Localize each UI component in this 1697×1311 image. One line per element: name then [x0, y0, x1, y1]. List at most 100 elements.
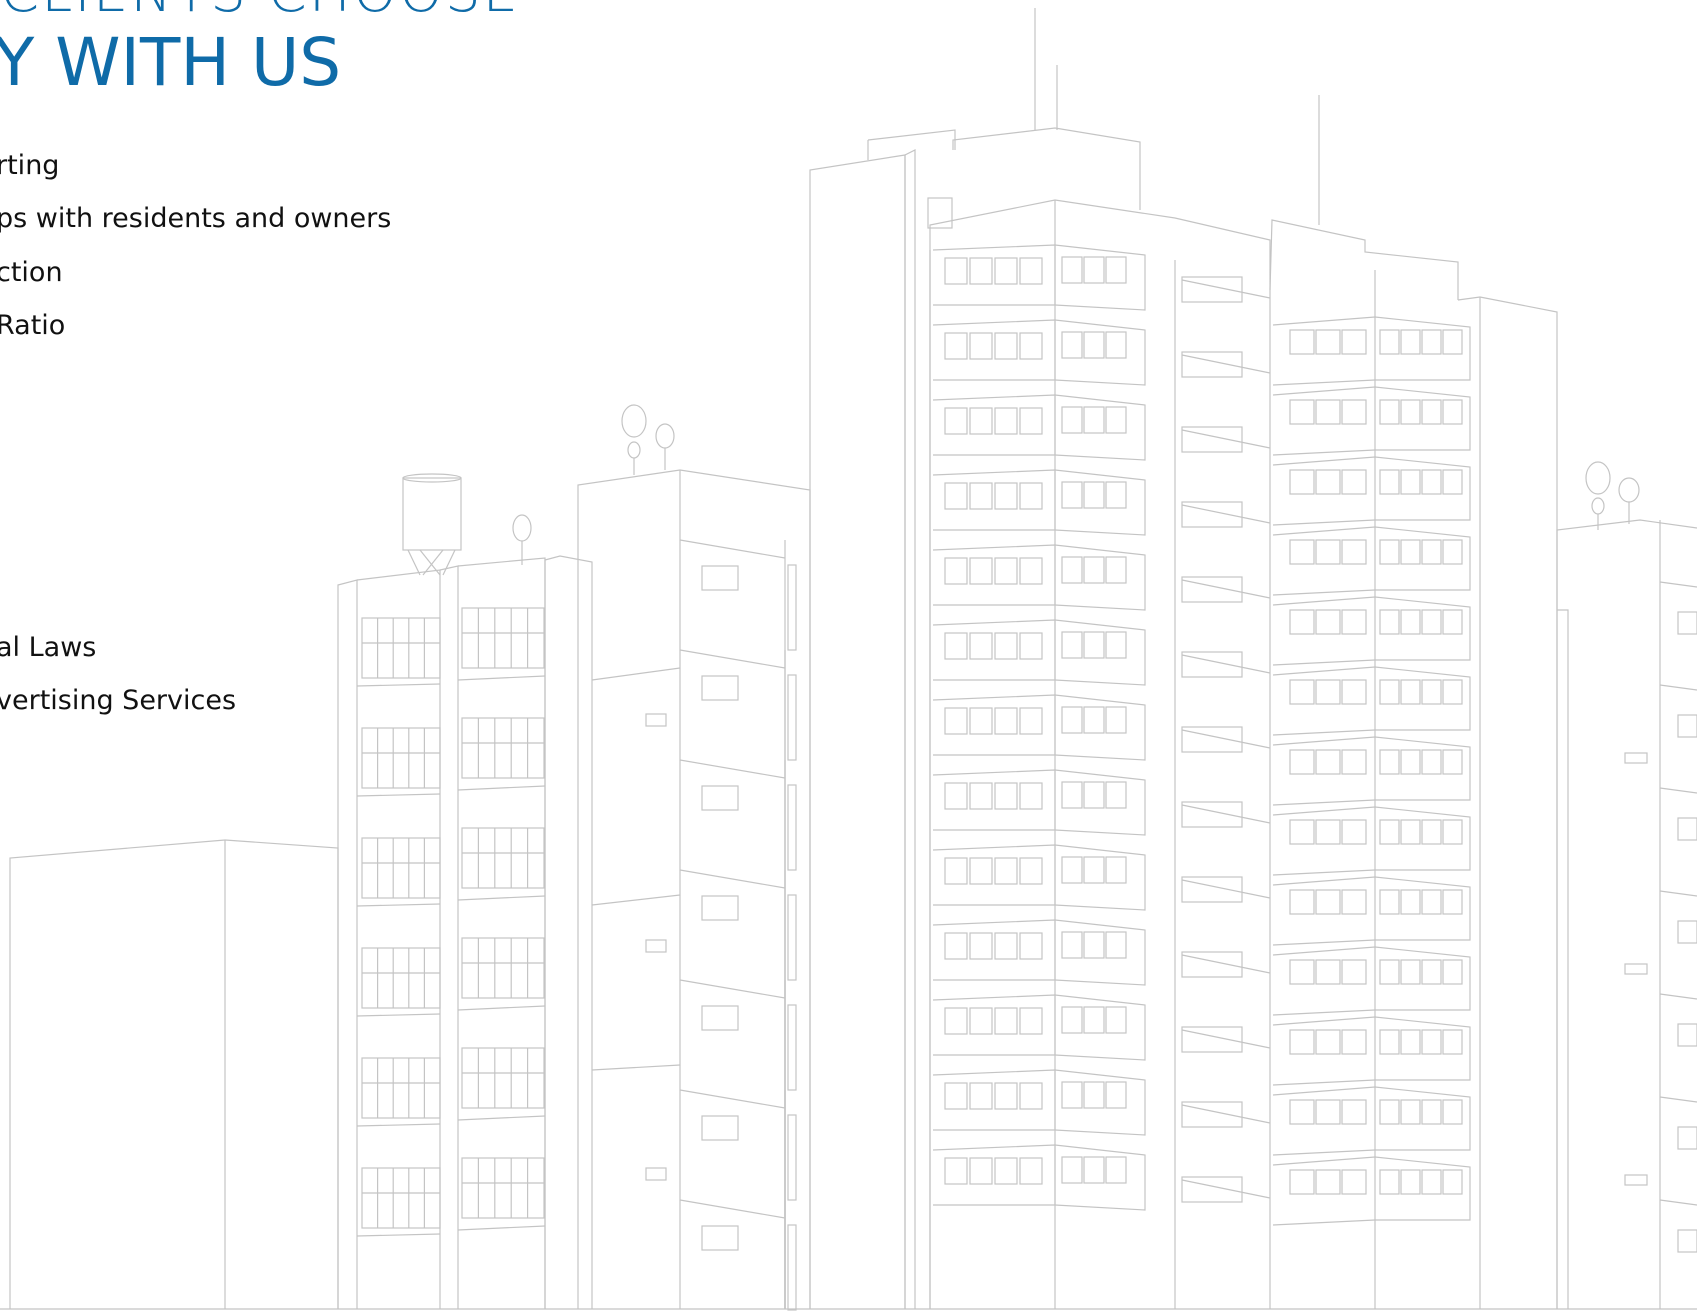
- balcony-window: [1341, 1169, 1367, 1195]
- balcony-window: [1083, 631, 1105, 659]
- balcony-window: [1019, 632, 1043, 660]
- balcony-window: [1400, 609, 1421, 635]
- balcony-window: [969, 1007, 993, 1035]
- window-grid: [361, 617, 441, 679]
- balcony-window: [944, 632, 968, 660]
- balcony-window: [1061, 931, 1083, 959]
- floor-line: [1659, 581, 1697, 588]
- balcony-window: [1400, 959, 1421, 985]
- balcony-window: [1289, 539, 1315, 565]
- window: [1677, 1126, 1697, 1150]
- balcony-window: [1421, 1029, 1442, 1055]
- balcony-window: [1105, 406, 1127, 434]
- small-window: [1624, 1174, 1648, 1186]
- floor-line: [457, 785, 546, 791]
- window: [701, 675, 739, 701]
- floor-line: [356, 903, 441, 907]
- balcony-window: [1421, 819, 1442, 845]
- balcony-window: [1315, 1099, 1341, 1125]
- balcony-window: [1400, 679, 1421, 705]
- balcony-window: [1400, 399, 1421, 425]
- balcony-band: [932, 1069, 1146, 1136]
- balcony-window: [1289, 819, 1315, 845]
- mid-floor: [679, 759, 786, 779]
- balcony-window: [944, 707, 968, 735]
- balcony-window: [1105, 706, 1127, 734]
- balcony-window: [1379, 399, 1400, 425]
- window-grid: [361, 727, 441, 789]
- slot-window: [787, 1114, 797, 1201]
- balcony-window: [944, 1157, 968, 1185]
- balcony-band: [932, 619, 1146, 686]
- mid-floor: [679, 649, 786, 669]
- antenna-dish: [621, 404, 647, 438]
- floor-line: [1659, 993, 1697, 1000]
- balcony-window: [1289, 679, 1315, 705]
- balcony-window: [944, 1007, 968, 1035]
- balcony-window: [1105, 631, 1127, 659]
- balcony-band: [932, 544, 1146, 611]
- balcony-window: [969, 1082, 993, 1110]
- balcony-window: [1105, 1081, 1127, 1109]
- balcony-window: [1061, 1156, 1083, 1184]
- window: [701, 565, 739, 591]
- balcony-window: [1061, 406, 1083, 434]
- side-floor: [1181, 879, 1271, 899]
- balcony-window: [1315, 679, 1341, 705]
- balcony-window: [1442, 889, 1463, 915]
- side-window: [1181, 1026, 1243, 1053]
- balcony-window: [944, 482, 968, 510]
- balcony-band: [932, 319, 1146, 386]
- right-tower-edge: [1457, 296, 1558, 1309]
- balcony-window: [1315, 959, 1341, 985]
- floor-line: [1659, 1199, 1697, 1206]
- balcony-window: [1442, 1169, 1463, 1195]
- balcony-window: [994, 407, 1018, 435]
- balcony-window: [1061, 331, 1083, 359]
- balcony-band: [932, 694, 1146, 761]
- balcony-window: [969, 332, 993, 360]
- low-building: [9, 839, 339, 1309]
- window: [701, 785, 739, 811]
- window-grid: [361, 947, 441, 1009]
- window: [1677, 817, 1697, 841]
- small-window: [1624, 752, 1648, 764]
- balcony-window: [1105, 1006, 1127, 1034]
- side-floor: [1181, 279, 1271, 299]
- balcony-window: [1421, 399, 1442, 425]
- antenna-dish: [512, 514, 532, 542]
- balcony-window: [1341, 819, 1367, 845]
- balcony-window: [1083, 1156, 1105, 1184]
- balcony-window: [944, 557, 968, 585]
- floor-line: [457, 1225, 546, 1231]
- balcony-window: [944, 257, 968, 285]
- balcony-window: [1083, 1006, 1105, 1034]
- slot-window: [787, 1224, 797, 1311]
- window: [701, 1005, 739, 1031]
- balcony-window: [1379, 329, 1400, 355]
- balcony-window: [1315, 749, 1341, 775]
- balcony-window: [1061, 1081, 1083, 1109]
- balcony-window: [1061, 481, 1083, 509]
- mid-floor: [679, 1089, 786, 1109]
- balcony-window: [1379, 539, 1400, 565]
- balcony-window: [1083, 331, 1105, 359]
- side-floor: [1181, 729, 1271, 749]
- balcony-window: [1315, 889, 1341, 915]
- mid-block: [577, 469, 811, 1309]
- window: [1677, 714, 1697, 738]
- window-grid: [461, 827, 545, 889]
- floor-line: [1659, 787, 1697, 794]
- balcony-window: [1400, 1099, 1421, 1125]
- balcony-window: [1421, 539, 1442, 565]
- side-window: [1181, 576, 1243, 603]
- balcony-window: [1442, 819, 1463, 845]
- window: [1677, 1023, 1697, 1047]
- balcony-band: [932, 469, 1146, 536]
- balcony-window: [1421, 959, 1442, 985]
- balcony-window: [1019, 932, 1043, 960]
- balcony-window: [1083, 481, 1105, 509]
- antenna-dish: [1591, 497, 1605, 515]
- balcony-window: [1105, 481, 1127, 509]
- balcony-window: [969, 257, 993, 285]
